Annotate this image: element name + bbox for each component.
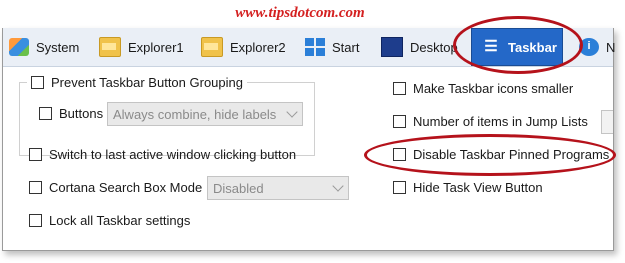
- tab-label: System: [36, 39, 80, 55]
- desktop-icon: [381, 37, 403, 57]
- tab-explorer1[interactable]: Explorer1: [99, 28, 184, 66]
- tab-label: Explorer1: [128, 39, 184, 55]
- lock-all-label: Lock all Taskbar settings: [49, 213, 191, 228]
- buttons-label: Buttons: [59, 106, 104, 121]
- buttons-option[interactable]: Buttons: [39, 106, 103, 121]
- lock-all-option[interactable]: Lock all Taskbar settings: [29, 213, 190, 228]
- jump-lists-checkbox[interactable]: [393, 115, 406, 128]
- cortana-mode-select[interactable]: Disabled: [207, 176, 349, 200]
- cortana-checkbox[interactable]: [29, 181, 42, 194]
- chevron-down-icon: [332, 180, 344, 192]
- buttons-combine-select[interactable]: Always combine, hide labels: [107, 102, 303, 126]
- tab-label: N: [606, 39, 616, 55]
- cortana-option[interactable]: Cortana Search Box Mode: [29, 180, 202, 195]
- taskbar-tab-highlight-ellipse: [453, 16, 583, 74]
- folder-icon: [201, 37, 223, 57]
- switch-last-label: Switch to last active window clicking bu…: [49, 147, 297, 162]
- chevron-down-icon: [286, 106, 298, 118]
- buttons-checkbox[interactable]: [39, 107, 52, 120]
- tab-label: Start: [332, 39, 360, 55]
- jump-lists-count-input[interactable]: [601, 110, 613, 134]
- tab-start[interactable]: Start: [305, 28, 359, 66]
- prevent-grouping-option[interactable]: Prevent Taskbar Button Grouping: [27, 75, 247, 90]
- switch-last-checkbox[interactable]: [29, 148, 42, 161]
- disable-pinned-highlight-ellipse: [364, 134, 616, 176]
- cortana-mode-value: Disabled: [213, 180, 264, 196]
- tab-system[interactable]: System: [9, 28, 79, 66]
- folder-icon: [99, 37, 121, 57]
- windows-start-icon: [305, 38, 325, 56]
- prevent-grouping-checkbox[interactable]: [31, 76, 44, 89]
- tab-next-partial[interactable]: i N: [579, 28, 615, 66]
- hide-task-view-checkbox[interactable]: [393, 181, 406, 194]
- lock-all-checkbox[interactable]: [29, 214, 42, 227]
- switch-last-option[interactable]: Switch to last active window clicking bu…: [29, 147, 296, 162]
- hide-task-view-option[interactable]: Hide Task View Button: [393, 180, 543, 195]
- tab-label: Explorer2: [230, 39, 286, 55]
- small-icons-label: Make Taskbar icons smaller: [413, 81, 574, 96]
- small-icons-checkbox[interactable]: [393, 82, 406, 95]
- tab-label: Desktop: [410, 39, 458, 55]
- jump-lists-label: Number of items in Jump Lists: [413, 114, 588, 129]
- hide-task-view-label: Hide Task View Button: [413, 180, 543, 195]
- small-icons-option[interactable]: Make Taskbar icons smaller: [393, 81, 573, 96]
- cortana-label: Cortana Search Box Mode: [49, 180, 203, 195]
- jump-lists-option[interactable]: Number of items in Jump Lists: [393, 114, 588, 129]
- tab-desktop[interactable]: Desktop: [381, 28, 458, 66]
- tab-explorer2[interactable]: Explorer2: [201, 28, 286, 66]
- prevent-grouping-label: Prevent Taskbar Button Grouping: [51, 75, 243, 90]
- buttons-combine-value: Always combine, hide labels: [113, 106, 277, 122]
- system-icon: [9, 38, 29, 56]
